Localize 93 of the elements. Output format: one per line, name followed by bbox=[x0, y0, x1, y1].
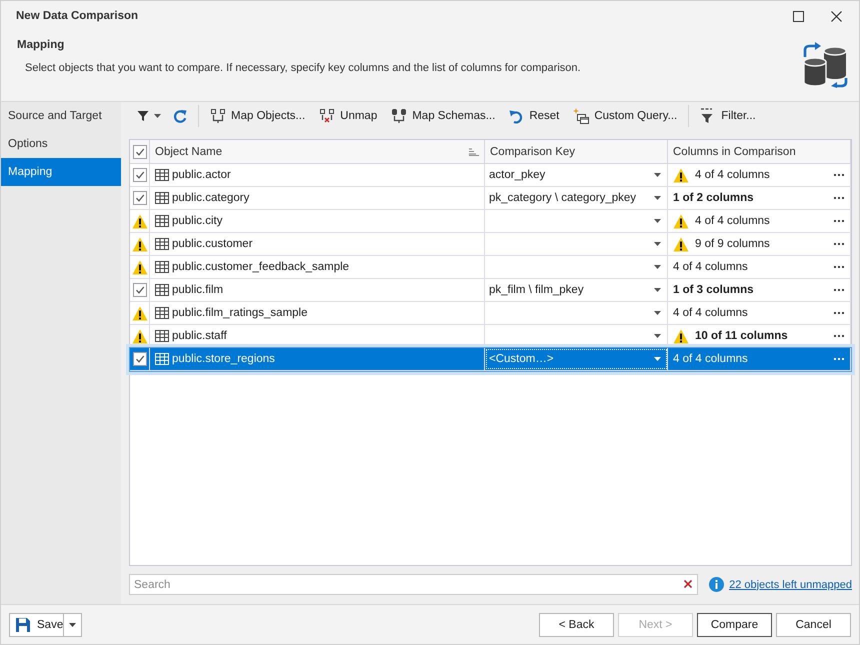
window-title: New Data Comparison bbox=[16, 10, 138, 22]
dropdown-caret-icon[interactable] bbox=[654, 196, 661, 200]
dropdown-caret-icon[interactable] bbox=[654, 265, 661, 269]
table-icon bbox=[155, 215, 169, 227]
object-name: public.category bbox=[172, 192, 250, 204]
schema-mapping-icon bbox=[391, 108, 408, 124]
caret-icon bbox=[154, 114, 161, 118]
unmap-icon bbox=[319, 108, 336, 124]
columns-count: 4 of 4 columns bbox=[695, 215, 771, 227]
dropdown-caret-icon[interactable] bbox=[654, 219, 661, 223]
table-icon bbox=[155, 284, 169, 296]
maximize-icon bbox=[792, 10, 804, 22]
dropdown-caret-icon[interactable] bbox=[654, 288, 661, 292]
columns-count: 1 of 2 columns bbox=[673, 192, 755, 204]
caret-icon bbox=[69, 622, 76, 626]
sidebar-item[interactable]: Mapping bbox=[1, 158, 121, 186]
funnel-icon bbox=[137, 110, 149, 122]
table-row[interactable]: public.actor actor_pkey 4 of 4 columns bbox=[130, 164, 851, 187]
object-name: public.store_regions bbox=[172, 353, 275, 365]
checkbox[interactable] bbox=[132, 168, 146, 182]
refresh-icon bbox=[173, 108, 188, 124]
dropdown-caret-icon[interactable] bbox=[654, 242, 661, 246]
table-row[interactable]: public.customer_feedback_sample 4 of 4 columns bbox=[130, 256, 851, 279]
map-schemas-button[interactable]: Map Schemas... bbox=[384, 105, 502, 127]
dialog-button[interactable]: Cancel bbox=[776, 612, 851, 636]
close-icon bbox=[830, 10, 842, 22]
query-window-icon bbox=[573, 108, 590, 124]
object-name: public.customer bbox=[172, 238, 253, 250]
dialog-button[interactable]: Compare bbox=[697, 612, 772, 636]
database-sync-icon bbox=[802, 42, 848, 88]
table-icon bbox=[155, 307, 169, 319]
columns-count: 9 of 9 columns bbox=[695, 238, 771, 250]
table-icon bbox=[155, 330, 169, 342]
page-description: Select objects that you want to compare. If necessary, specify key columns and the list of columns for comparison. bbox=[25, 62, 581, 74]
columns-count: 4 of 4 columns bbox=[673, 261, 749, 273]
table-icon bbox=[155, 238, 169, 250]
custom-query-button[interactable]: Custom Query... bbox=[566, 105, 684, 127]
reset-button[interactable]: Reset bbox=[502, 105, 566, 127]
search-field[interactable]: Search bbox=[129, 574, 698, 595]
column-header[interactable]: Comparison Key bbox=[490, 146, 576, 158]
filter-button[interactable]: Filter... bbox=[693, 105, 763, 127]
columns-count: 4 of 4 columns bbox=[673, 353, 749, 365]
comparison-key-cell[interactable]: pk_category \ category_pkey bbox=[485, 187, 668, 209]
comparison-key-cell[interactable]: actor_pkey bbox=[485, 164, 668, 186]
map-objects-button[interactable]: Map Objects... bbox=[203, 105, 312, 127]
sort-icon bbox=[469, 148, 479, 156]
comparison-key-cell[interactable]: <Custom…> bbox=[485, 348, 668, 370]
object-name: public.film bbox=[172, 284, 224, 296]
column-header[interactable]: Columns in Comparison bbox=[673, 146, 796, 158]
mapping-icon bbox=[210, 108, 226, 124]
comparison-key: pk_category \ category_pkey bbox=[489, 192, 636, 204]
comparison-key: pk_film \ film_pkey bbox=[489, 284, 584, 296]
unmap-button[interactable]: Unmap bbox=[312, 105, 384, 127]
info-icon bbox=[709, 577, 724, 592]
table-row[interactable]: public.film_ratings_sample 4 of 4 columns bbox=[130, 302, 851, 325]
object-name: public.city bbox=[172, 215, 222, 227]
columns-count: 4 of 4 columns bbox=[695, 169, 771, 181]
table-row[interactable]: public.city 4 of 4 columns bbox=[130, 210, 851, 233]
table-icon bbox=[155, 261, 169, 273]
dialog-button[interactable]: < Back bbox=[539, 612, 614, 636]
dropdown-caret-icon[interactable] bbox=[654, 173, 661, 177]
comparison-key-cell[interactable]: pk_film \ film_pkey bbox=[485, 279, 668, 301]
dropdown-caret-icon[interactable] bbox=[654, 334, 661, 338]
columns-count: 4 of 4 columns bbox=[673, 307, 749, 319]
sidebar-item[interactable]: Options bbox=[1, 130, 121, 158]
sidebar-item[interactable]: Source and Target bbox=[1, 102, 121, 130]
checkbox[interactable] bbox=[132, 283, 146, 297]
column-header[interactable]: Object Name bbox=[155, 146, 222, 158]
dropdown-caret-icon[interactable] bbox=[654, 357, 661, 361]
table-row[interactable]: public.film pk_film \ film_pkey 1 of 3 columns bbox=[130, 279, 851, 302]
object-name: public.customer_feedback_sample bbox=[172, 261, 350, 273]
table-row[interactable]: public.category pk_category \ category_pkey 1 of 2 columns bbox=[130, 187, 851, 210]
columns-count: 1 of 3 columns bbox=[673, 284, 755, 296]
table-icon bbox=[155, 192, 169, 204]
comparison-key: <Custom…> bbox=[489, 353, 554, 365]
checkbox[interactable] bbox=[132, 144, 146, 158]
dropdown-caret-icon[interactable] bbox=[654, 311, 661, 315]
object-name: public.film_ratings_sample bbox=[172, 307, 308, 319]
object-name: public.staff bbox=[172, 330, 227, 342]
unmapped-objects-link[interactable]: 22 objects left unmapped bbox=[729, 578, 852, 590]
page-title: Mapping bbox=[17, 39, 64, 51]
comparison-key: actor_pkey bbox=[489, 169, 546, 181]
object-name: public.actor bbox=[172, 169, 231, 181]
columns-count: 10 of 11 columns bbox=[695, 330, 789, 342]
checkbox[interactable] bbox=[132, 191, 146, 205]
table-row[interactable]: public.customer 9 of 9 columns bbox=[130, 233, 851, 256]
checkbox[interactable] bbox=[132, 352, 146, 366]
save-button[interactable]: Save bbox=[9, 612, 64, 636]
undo-icon bbox=[509, 108, 524, 124]
table-icon bbox=[155, 169, 169, 181]
clear-icon[interactable] bbox=[684, 580, 692, 588]
table-icon bbox=[155, 353, 169, 365]
save-options-button[interactable] bbox=[64, 612, 82, 636]
